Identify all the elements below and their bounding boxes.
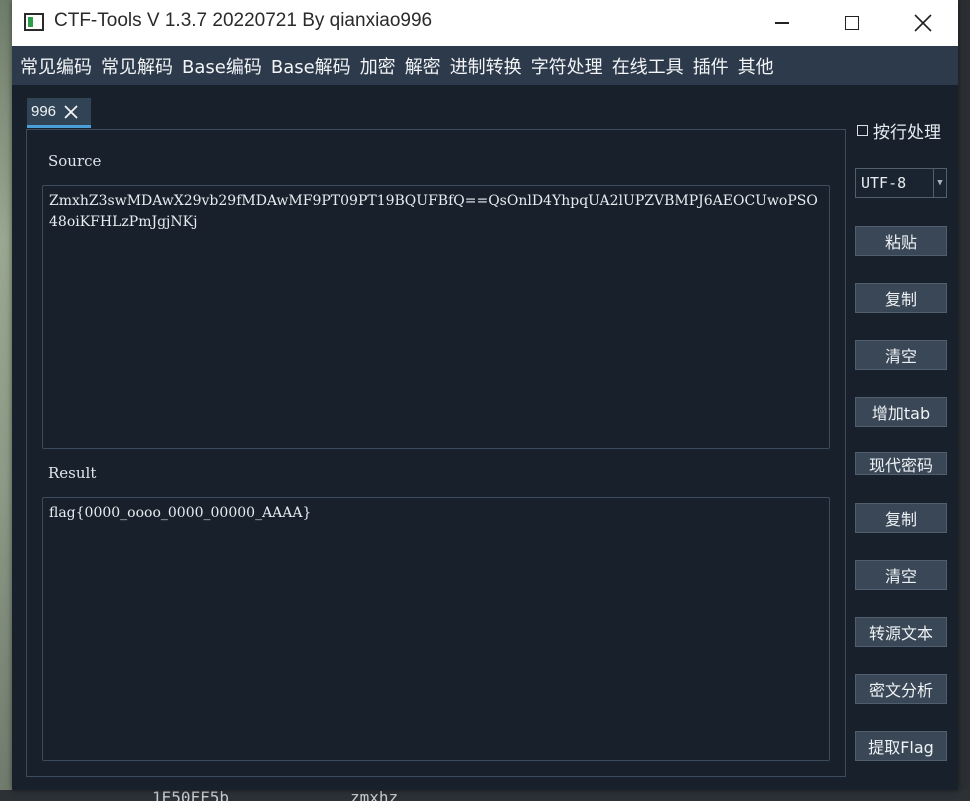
desktop-background-bottom: 1E50FF5b zmxhz: [0, 790, 970, 801]
menu-radix-convert[interactable]: 进制转换: [450, 53, 522, 79]
tab-996[interactable]: 996: [27, 98, 91, 128]
result-textarea[interactable]: flag{0000_oooo_0000_00000_AAAA}: [42, 497, 830, 761]
extract-flag-button[interactable]: 提取Flag: [855, 731, 947, 761]
result-label: Result: [48, 464, 97, 482]
app-window: CTF-Tools V 1.3.7 20220721 By qianxiao99…: [12, 0, 958, 790]
desktop-background-right: [958, 0, 970, 801]
tab-label: 996: [31, 103, 57, 120]
app-icon: [24, 13, 44, 31]
menu-plugins[interactable]: 插件: [693, 53, 729, 79]
clear-source-button[interactable]: 清空: [855, 340, 947, 370]
source-textarea[interactable]: ZmxhZ3swMDAwX29vb29fMDAwMF9PT09PT19BQUFB…: [42, 185, 830, 449]
minimize-icon: [775, 22, 789, 24]
menu-bar: 常见编码 常见解码 Base编码 Base解码 加密 解密 进制转换 字符处理 …: [12, 46, 958, 85]
maximize-icon: [845, 16, 859, 30]
add-tab-button[interactable]: 增加tab: [855, 397, 947, 427]
line-mode-label: 按行处理: [873, 123, 941, 143]
cipher-analysis-button[interactable]: 密文分析: [855, 674, 947, 704]
modern-cipher-button[interactable]: 现代密码: [855, 452, 947, 475]
encoding-value: UTF-8: [861, 174, 907, 192]
menu-string-process[interactable]: 字符处理: [531, 53, 603, 79]
maximize-button[interactable]: [817, 0, 887, 46]
copy-result-button[interactable]: 复制: [855, 503, 947, 533]
menu-other[interactable]: 其他: [738, 53, 774, 79]
paste-button[interactable]: 粘贴: [855, 226, 947, 256]
chevron-down-icon[interactable]: ▼: [933, 169, 946, 197]
minimize-button[interactable]: [747, 0, 817, 46]
title-bar[interactable]: CTF-Tools V 1.3.7 20220721 By qianxiao99…: [12, 0, 958, 46]
menu-common-encode[interactable]: 常见编码: [20, 53, 92, 79]
menu-decrypt[interactable]: 解密: [405, 53, 441, 79]
source-label: Source: [48, 152, 102, 170]
close-button[interactable]: [888, 0, 958, 46]
menu-encrypt[interactable]: 加密: [360, 53, 396, 79]
background-text: zmxhz: [350, 790, 399, 801]
window-title: CTF-Tools V 1.3.7 20220721 By qianxiao99…: [54, 10, 433, 31]
tab-content-panel: Source ZmxhZ3swMDAwX29vb29fMDAwMF9PT09PT…: [26, 129, 846, 777]
checkbox-box[interactable]: [857, 125, 868, 136]
close-icon: [914, 14, 932, 32]
to-source-button[interactable]: 转源文本: [855, 617, 947, 647]
tab-close-icon[interactable]: [63, 104, 79, 120]
clear-result-button[interactable]: 清空: [855, 560, 947, 590]
menu-common-decode[interactable]: 常见解码: [101, 53, 173, 79]
menu-base-encode[interactable]: Base编码: [182, 53, 262, 79]
line-mode-checkbox[interactable]: 按行处理: [857, 118, 941, 143]
encoding-select[interactable]: UTF-8 ▼: [855, 168, 947, 198]
desktop-background-left: [0, 0, 12, 801]
menu-online-tools[interactable]: 在线工具: [612, 53, 684, 79]
menu-base-decode[interactable]: Base解码: [271, 53, 351, 79]
background-text: 1E50FF5b: [152, 790, 230, 801]
copy-source-button[interactable]: 复制: [855, 283, 947, 313]
